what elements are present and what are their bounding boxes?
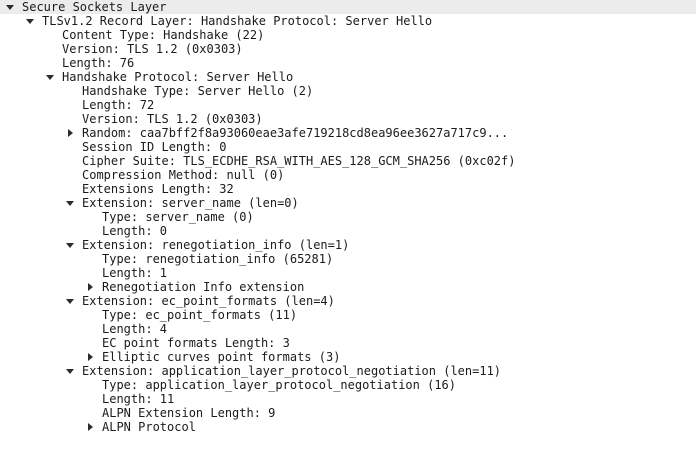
tree-row-label: TLSv1.2 Record Layer: Handshake Protocol… (42, 14, 433, 28)
tree-row-label: Secure Sockets Layer (22, 0, 167, 14)
tree-row[interactable]: Length: 72 (0, 98, 696, 112)
tree-row[interactable]: Session ID Length: 0 (0, 140, 696, 154)
tree-row[interactable]: Length: 0 (0, 224, 696, 238)
collapsed-triangle-icon[interactable] (85, 420, 95, 434)
expanded-triangle-icon[interactable] (45, 70, 55, 84)
tree-row-label: Renegotiation Info extension (102, 280, 305, 294)
tree-row[interactable]: Type: server_name (0) (0, 210, 696, 224)
tree-row-label: Compression Method: null (0) (82, 168, 285, 182)
tree-row[interactable]: Type: ec_point_formats (11) (0, 308, 696, 322)
tree-row-label: Extension: renegotiation_info (len=1) (82, 238, 350, 252)
tree-row[interactable]: Version: TLS 1.2 (0x0303) (0, 42, 696, 56)
tree-row[interactable]: Type: renegotiation_info (65281) (0, 252, 696, 266)
tree-row[interactable]: Extension: server_name (len=0) (0, 196, 696, 210)
tree-row[interactable]: Extension: ec_point_formats (len=4) (0, 294, 696, 308)
tree-row[interactable]: Version: TLS 1.2 (0x0303) (0, 112, 696, 126)
tree-row[interactable]: Elliptic curves point formats (3) (0, 350, 696, 364)
tree-row[interactable]: ALPN Extension Length: 9 (0, 406, 696, 420)
tree-row[interactable]: Extension: application_layer_protocol_ne… (0, 364, 696, 378)
tree-row[interactable]: Cipher Suite: TLS_ECDHE_RSA_WITH_AES_128… (0, 154, 696, 168)
tree-row[interactable]: Length: 76 (0, 56, 696, 70)
tree-row[interactable]: Type: application_layer_protocol_negotia… (0, 378, 696, 392)
tree-row[interactable]: Extensions Length: 32 (0, 182, 696, 196)
collapsed-triangle-icon[interactable] (65, 126, 75, 140)
tree-row-label: Type: application_layer_protocol_negotia… (102, 378, 457, 392)
tree-row-label: Length: 1 (102, 266, 168, 280)
tree-row[interactable]: Length: 11 (0, 392, 696, 406)
tree-row-label: Extension: ec_point_formats (len=4) (82, 294, 335, 308)
tree-row-label: Type: ec_point_formats (11) (102, 308, 298, 322)
tree-row-label: Length: 72 (82, 98, 155, 112)
tree-row[interactable]: Handshake Type: Server Hello (2) (0, 84, 696, 98)
tree-row-label: Extension: server_name (len=0) (82, 196, 299, 210)
tree-row-label: Version: TLS 1.2 (0x0303) (62, 42, 243, 56)
tree-row-label: EC point formats Length: 3 (102, 336, 290, 350)
expanded-triangle-icon[interactable] (65, 196, 75, 210)
tree-row-label: ALPN Protocol (102, 420, 196, 434)
tree-row[interactable]: Random: caa7bff2f8a93060eae3afe719218cd8… (0, 126, 696, 140)
tree-row-label: Length: 76 (62, 56, 135, 70)
packet-details-tree: Secure Sockets Layer TLSv1.2 Record Layer… (0, 0, 696, 451)
tree-row-label: Type: renegotiation_info (65281) (102, 252, 334, 266)
tree-row[interactable]: ALPN Protocol (0, 420, 696, 434)
tree-row-label: Type: server_name (0) (102, 210, 254, 224)
expanded-triangle-icon[interactable] (65, 238, 75, 252)
tree-row[interactable]: Content Type: Handshake (22) (0, 28, 696, 42)
collapsed-triangle-icon[interactable] (85, 350, 95, 364)
tree-row-label: Length: 11 (102, 392, 175, 406)
expanded-triangle-icon[interactable] (25, 14, 35, 28)
tree-row[interactable]: Secure Sockets Layer (0, 0, 696, 14)
expanded-triangle-icon[interactable] (65, 364, 75, 378)
tree-row-label: Elliptic curves point formats (3) (102, 350, 341, 364)
expanded-triangle-icon[interactable] (5, 0, 15, 14)
collapsed-triangle-icon[interactable] (85, 280, 95, 294)
tree-row[interactable]: Length: 4 (0, 322, 696, 336)
tree-row[interactable]: Renegotiation Info extension (0, 280, 696, 294)
tree-row-label: Extensions Length: 32 (82, 182, 234, 196)
tree-row[interactable]: EC point formats Length: 3 (0, 336, 696, 350)
expanded-triangle-icon[interactable] (65, 294, 75, 308)
tree-row-label: Handshake Protocol: Server Hello (62, 70, 294, 84)
tree-row-label: Session ID Length: 0 (82, 140, 227, 154)
tree-row-label: Extension: application_layer_protocol_ne… (82, 364, 502, 378)
tree-row-label: Random: caa7bff2f8a93060eae3afe719218cd8… (82, 126, 509, 140)
tree-row[interactable]: TLSv1.2 Record Layer: Handshake Protocol… (0, 14, 696, 28)
tree-row[interactable]: Extension: renegotiation_info (len=1) (0, 238, 696, 252)
tree-row-label: Cipher Suite: TLS_ECDHE_RSA_WITH_AES_128… (82, 154, 516, 168)
tree-row-label: Version: TLS 1.2 (0x0303) (82, 112, 263, 126)
tree-row-label: ALPN Extension Length: 9 (102, 406, 276, 420)
tree-row-label: Handshake Type: Server Hello (2) (82, 84, 314, 98)
tree-row-label: Content Type: Handshake (22) (62, 28, 265, 42)
tree-row-label: Length: 4 (102, 322, 168, 336)
tree-row[interactable]: Handshake Protocol: Server Hello (0, 70, 696, 84)
tree-row[interactable]: Compression Method: null (0) (0, 168, 696, 182)
tree-row[interactable]: Length: 1 (0, 266, 696, 280)
tree-row-label: Length: 0 (102, 224, 168, 238)
